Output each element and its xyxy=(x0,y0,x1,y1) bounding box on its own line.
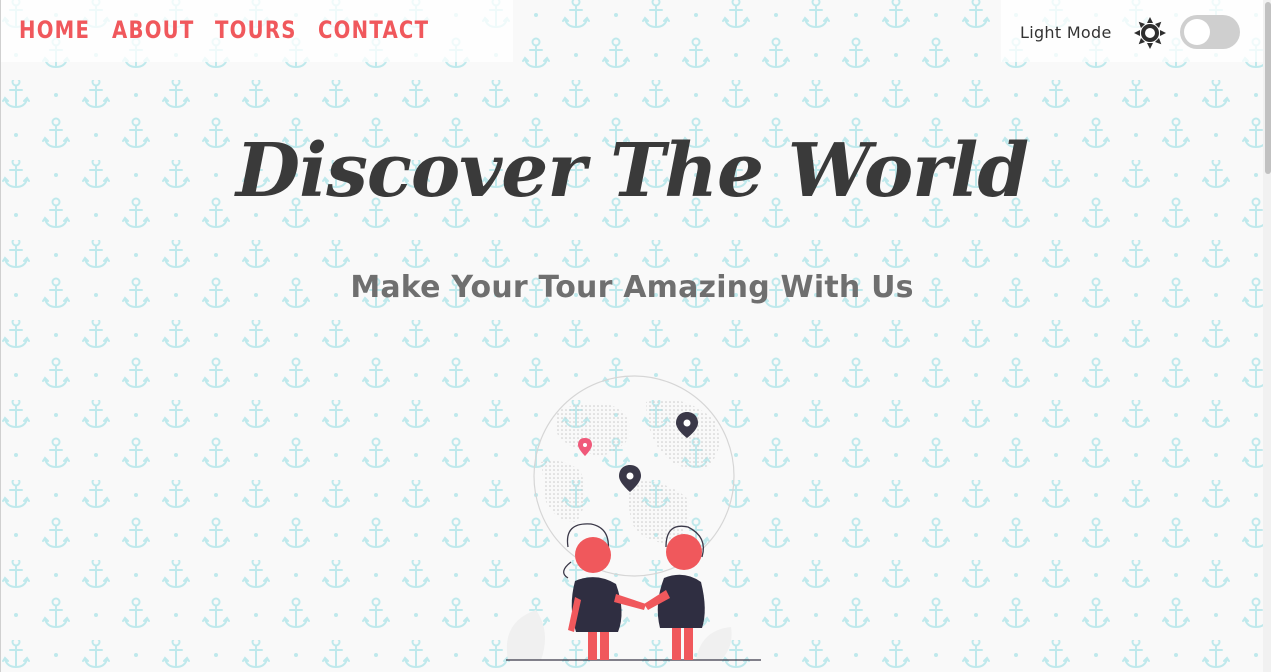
travel-illustration xyxy=(506,375,761,661)
toggle-knob xyxy=(1184,19,1210,45)
nav-link-about[interactable]: ABOUT xyxy=(112,16,195,44)
sun-icon xyxy=(1134,17,1166,49)
nav-link-home[interactable]: HOME xyxy=(19,16,90,44)
theme-toggle-switch[interactable] xyxy=(1180,15,1240,49)
hero-title: Discover The World xyxy=(235,128,1029,214)
nav-link-contact[interactable]: CONTACT xyxy=(318,16,429,44)
hero-subtitle: Make Your Tour Amazing With Us xyxy=(350,270,914,305)
page-scrollbar-thumb[interactable] xyxy=(1265,2,1271,174)
nav-link-tours[interactable]: TOURS xyxy=(215,16,297,44)
theme-mode-label: Light Mode xyxy=(1020,23,1112,42)
